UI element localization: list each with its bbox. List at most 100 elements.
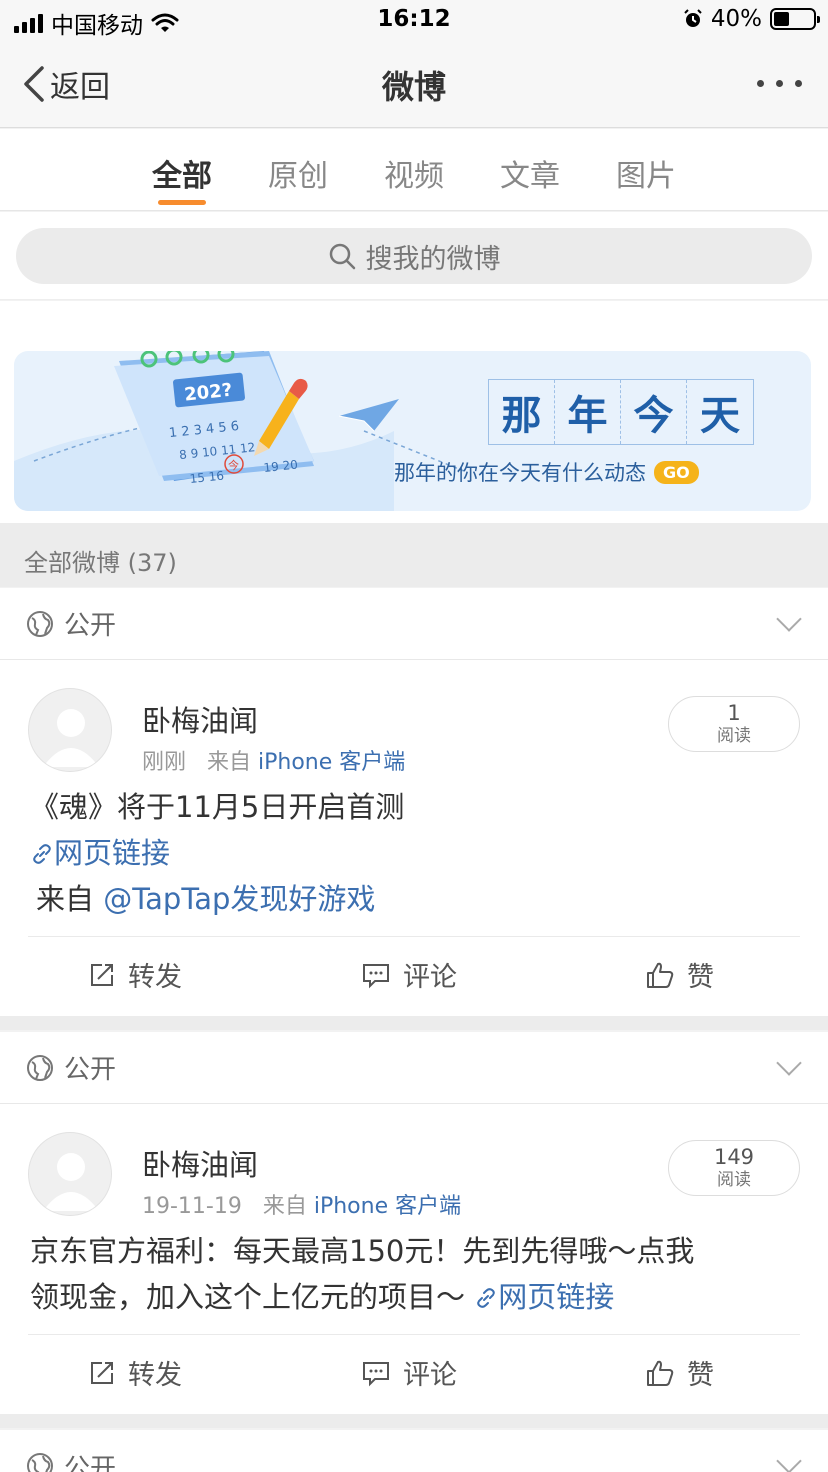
search-section: 搜我的微博 [0,212,828,300]
comment-icon [363,963,389,988]
comment-label: 评论 [403,1360,457,1391]
page-title: 微博 [381,68,446,106]
post-content: 京东官方福利：每天最高150元！先到先得哦～点我 领现金，加入这个上亿元的项目～… [0,1228,828,1320]
read-count-badge: 1 阅读 [668,696,800,752]
post-text-line2: 领现金，加入这个上亿元的项目～ 网页链接 [30,1274,798,1320]
post-content: 《魂》将于11月5日开启首测 网页链接 来自 @TapTap发现好游戏 [0,784,828,922]
comment-button[interactable]: 评论 [361,1353,457,1392]
globe-icon [27,610,53,637]
alarm-icon [684,9,702,27]
post-source: iPhone 客户端 [258,750,406,775]
post-meta: 19-11-19 来自 iPhone 客户端 [142,1188,461,1220]
read-count: 1 [727,701,741,725]
link-icon [33,844,51,864]
search-placeholder: 搜我的微博 [365,243,501,275]
comment-button[interactable]: 评论 [361,955,457,994]
post-meta: 刚刚 来自 iPhone 客户端 [142,744,405,776]
visibility-row[interactable]: 公开 [0,1430,828,1472]
filter-tabs: 全部 原创 视频 文章 图片 [0,129,828,211]
post-divider [0,1414,828,1428]
visibility-label: 公开 [64,1055,117,1085]
comment-icon [363,1361,389,1386]
tab-original[interactable]: 原创 [253,151,343,195]
calendar-illustration: 202? 1 2 3 4 5 6 8 9 10 11 12 15 16 19 2… [14,351,465,511]
post-time: 19-11-19 [142,1194,242,1219]
like-button[interactable]: 赞 [645,1353,714,1392]
repost-icon [91,963,113,986]
weibo-post: 公开 [0,1430,828,1472]
status-bar: 中国移动 16:12 40% [0,0,828,42]
visibility-row[interactable]: 公开 [0,588,828,660]
mention-link[interactable]: @TapTap发现好游戏 [103,882,375,916]
banner-title-char: 天 [700,392,740,439]
web-link[interactable]: 网页链接 [474,1280,614,1314]
section-header: 全部微博 (37) [0,523,828,587]
post-from-prefix: 来自 [262,1194,307,1219]
post-from-prefix: 来自 [207,750,252,775]
read-count-badge: 149 阅读 [668,1140,800,1196]
web-link[interactable]: 网页链接 [30,830,798,876]
banner-subtitle-text: 那年的你在今天有什么动态 [394,461,646,485]
tab-all[interactable]: 全部 [137,151,227,195]
read-label: 阅读 [717,1170,751,1190]
banner-title-char: 那 [489,380,555,444]
post-actions: 转发 评论 赞 [28,936,800,1008]
thumbs-up-icon [647,1360,674,1386]
active-tab-indicator [158,200,206,205]
battery-percent: 40% [710,6,762,32]
search-input[interactable]: 搜我的微博 [16,228,812,284]
repost-button[interactable]: 转发 [88,955,182,994]
visibility-label: 公开 [64,1453,117,1472]
search-icon [329,243,355,270]
repost-button[interactable]: 转发 [88,1353,182,1392]
visibility-label: 公开 [64,611,117,641]
post-text: 《魂》将于11月5日开启首测 [30,790,405,824]
status-right: 40% [683,6,820,32]
post-author: 卧梅油闻 19-11-19 来自 iPhone 客户端 149 阅读 [0,1104,828,1228]
avatar[interactable] [28,688,112,772]
post-from-line: 来自 @TapTap发现好游戏 [30,876,798,922]
banner-title-char: 今 [621,380,687,444]
banner-subtitle: 那年的你在今天有什么动态 GO [394,457,699,487]
like-button[interactable]: 赞 [645,955,714,994]
chevron-down-icon[interactable] [776,606,802,632]
thumbs-up-icon [647,962,674,988]
battery-icon [770,8,820,30]
repost-label: 转发 [128,1360,182,1391]
calendar-today-mark: 今 [228,458,239,472]
repost-icon [91,1361,113,1384]
like-label: 赞 [687,962,714,993]
post-source: iPhone 客户端 [313,1194,462,1219]
weibo-post: 公开 卧梅油闻 19-11-19 来自 iPhone 客户端 149 阅读 京东… [0,1032,828,1414]
post-text-line1: 京东官方福利：每天最高150元！先到先得哦～点我 [30,1234,695,1268]
chevron-down-icon[interactable] [776,1050,802,1076]
read-label: 阅读 [717,726,751,746]
tab-article[interactable]: 文章 [485,151,575,195]
link-icon [477,1288,496,1308]
read-count: 149 [713,1145,755,1169]
chevron-down-icon[interactable] [776,1448,802,1472]
tab-video[interactable]: 视频 [369,151,459,195]
post-time: 刚刚 [142,750,187,775]
banner-title-char: 年 [555,380,621,444]
comment-label: 评论 [403,962,457,993]
globe-icon [27,1054,53,1081]
avatar[interactable] [28,1132,112,1216]
author-name[interactable]: 卧梅油闻 [142,698,258,740]
banner-section: 202? 1 2 3 4 5 6 8 9 10 11 12 15 16 19 2… [0,301,828,523]
more-options-icon[interactable] [757,80,802,87]
author-name[interactable]: 卧梅油闻 [142,1142,258,1184]
banner-title: 那 年 今 天 [488,379,754,445]
tab-picture[interactable]: 图片 [601,151,691,195]
globe-icon [27,1453,53,1472]
post-text: 领现金，加入这个上亿元的项目～ [30,1280,466,1314]
like-label: 赞 [687,1360,714,1391]
post-divider [0,1016,828,1030]
post-actions: 转发 评论 赞 [28,1334,800,1406]
on-this-day-banner[interactable]: 202? 1 2 3 4 5 6 8 9 10 11 12 15 16 19 2… [14,351,811,511]
post-author: 卧梅油闻 刚刚 来自 iPhone 客户端 1 阅读 [0,660,828,784]
visibility-row[interactable]: 公开 [0,1032,828,1104]
from-prefix: 来自 [36,882,95,916]
go-button[interactable]: GO [654,460,699,484]
battery-fill [774,12,790,26]
